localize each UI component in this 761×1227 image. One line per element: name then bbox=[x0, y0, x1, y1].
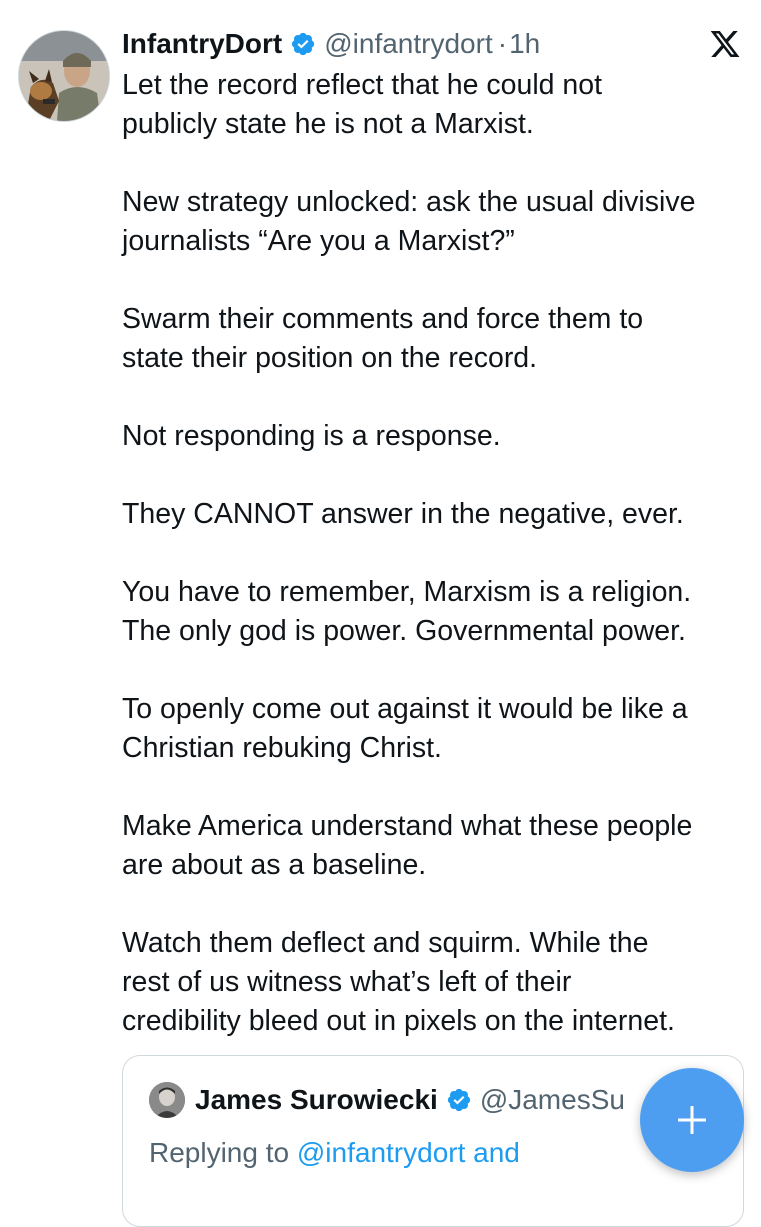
tweet-paragraph: Let the record reflect that he could not… bbox=[122, 69, 603, 140]
tweet-paragraph: Watch them deflect and squirm. While the… bbox=[122, 927, 675, 1037]
tweet-paragraph: They CANNOT answer in the negative, ever… bbox=[122, 498, 684, 530]
author-name[interactable]: InfantryDort bbox=[122, 28, 282, 60]
quoted-author-handle[interactable]: @JamesSu bbox=[480, 1084, 625, 1116]
tweet-paragraph: Make America understand what these peopl… bbox=[122, 810, 693, 881]
tweet-paragraph: You have to remember, Marxism is a relig… bbox=[122, 576, 692, 647]
quoted-avatar-photo bbox=[149, 1082, 185, 1118]
author-handle[interactable]: @infantrydort bbox=[324, 28, 493, 60]
tweet-timestamp[interactable]: 1h bbox=[509, 28, 540, 60]
verified-badge-icon bbox=[447, 1088, 470, 1112]
replying-to-line: Replying to @infantrydort and bbox=[149, 1134, 709, 1172]
tweet-paragraph: Swarm their comments and force them to s… bbox=[122, 303, 644, 374]
verified-badge-icon bbox=[292, 32, 315, 56]
quoted-author-avatar[interactable] bbox=[149, 1082, 185, 1118]
replying-to-mention[interactable]: @infantrydort and bbox=[297, 1137, 520, 1168]
plus-icon bbox=[678, 1106, 706, 1134]
author-avatar[interactable] bbox=[18, 30, 110, 122]
tweet-paragraph: To openly come out against it would be l… bbox=[122, 693, 688, 764]
tweet-text: Let the record reflect that he could not… bbox=[122, 66, 752, 1080]
separator-dot: · bbox=[497, 28, 508, 59]
quoted-tweet-header: James Surowiecki @JamesSu bbox=[149, 1082, 625, 1118]
replying-to-label: Replying to bbox=[149, 1137, 297, 1168]
compose-button[interactable] bbox=[640, 1068, 744, 1172]
tweet-header: InfantryDort @infantrydort · 1h bbox=[122, 26, 540, 62]
avatar-photo bbox=[19, 31, 109, 121]
x-logo-icon[interactable] bbox=[708, 28, 742, 60]
tweet-paragraph: New strategy unlocked: ask the usual div… bbox=[122, 186, 696, 257]
tweet-paragraph: Not responding is a response. bbox=[122, 420, 501, 452]
quoted-author-name[interactable]: James Surowiecki bbox=[195, 1084, 438, 1116]
